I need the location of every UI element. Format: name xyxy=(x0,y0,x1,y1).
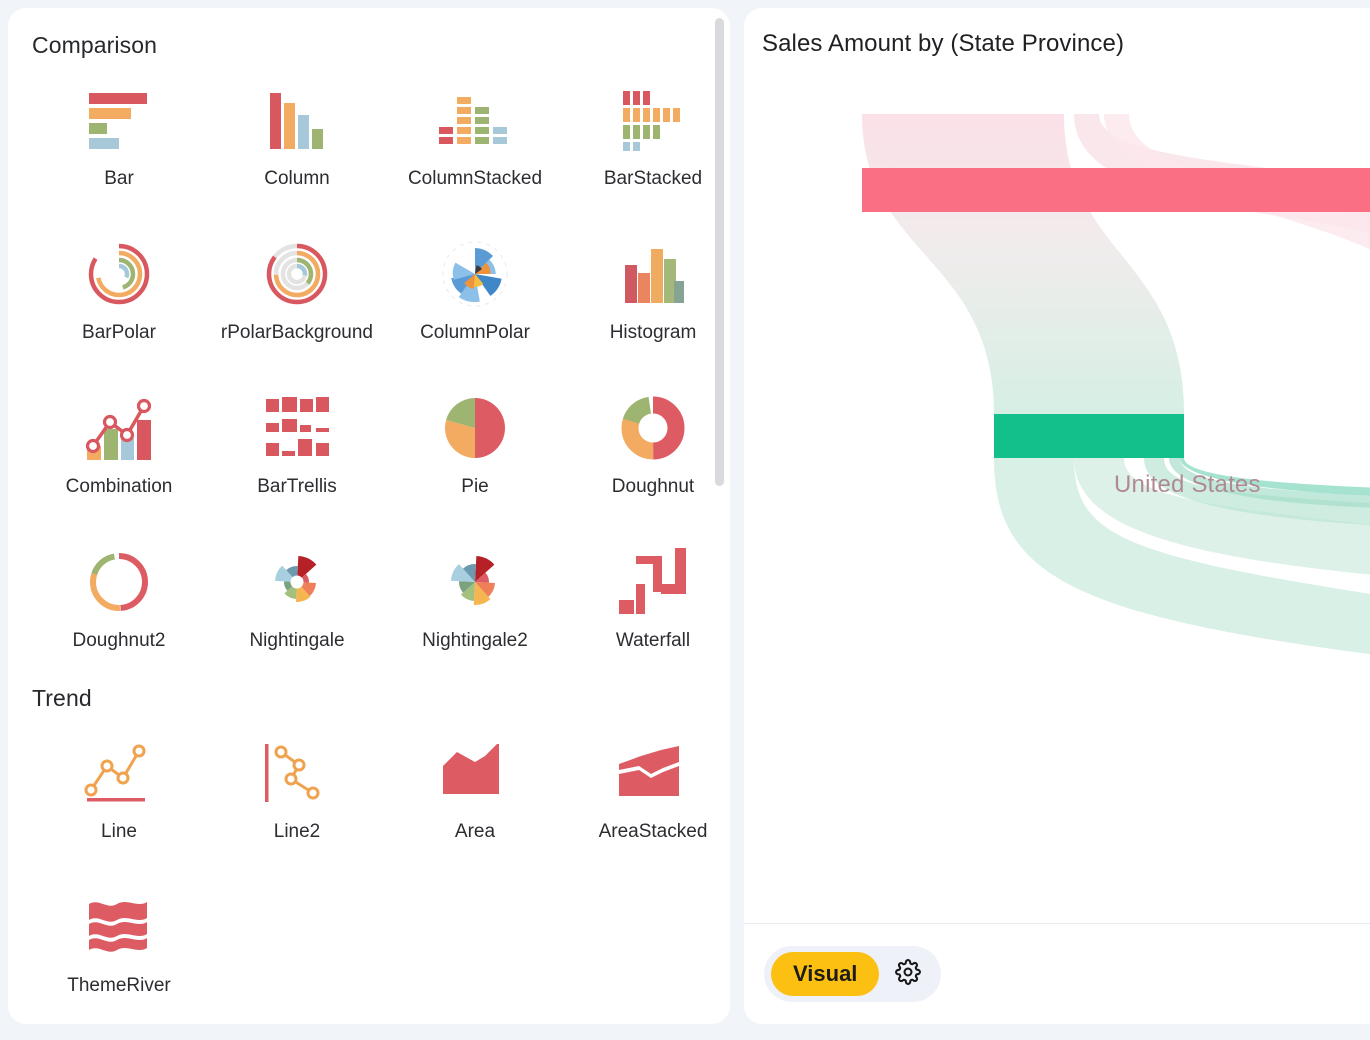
chart-item-label: Waterfall xyxy=(615,630,691,651)
group-title-trend: Trend xyxy=(32,685,92,711)
bar-trellis-chart-icon xyxy=(251,389,343,467)
chart-type-scroll-area: Comparison Bar Column ColumnStacked BarS… xyxy=(8,8,730,1024)
chart-item-histogram: Histogram xyxy=(564,219,730,373)
visual-toolbar: Visual xyxy=(744,924,1370,1024)
chart-item-label: Nightingale2 xyxy=(422,630,528,651)
doughnut2-chart-icon xyxy=(73,543,165,621)
chart-item-waterfall[interactable]: Waterfall xyxy=(564,527,730,681)
column-chart-icon xyxy=(251,81,343,159)
chart-item-nightingale[interactable]: Nightingale xyxy=(208,527,386,681)
chart-item-label: BarPolarBackground xyxy=(221,322,373,343)
pie-chart-icon xyxy=(429,389,521,467)
chart-item-label: Pie xyxy=(461,476,489,497)
chart-item-label: Line2 xyxy=(273,821,321,842)
chart-item-nightingale2[interactable]: Nightingale2 xyxy=(386,527,564,681)
chart-item-line[interactable]: Line xyxy=(30,718,208,872)
histogram-chart-icon xyxy=(607,235,699,313)
chart-item-themeriver[interactable]: ThemeRiver xyxy=(30,872,208,1024)
area-chart-icon xyxy=(429,734,521,812)
chart-item-label: BarStacked xyxy=(603,168,703,189)
chart-item-label: BarTrellis xyxy=(257,476,337,497)
chart-item-label: Column xyxy=(264,168,330,189)
visual-tab-button[interactable]: Visual xyxy=(771,952,880,996)
chart-type-gallery-panel: Comparison Bar Column ColumnStacked BarS… xyxy=(8,8,730,1024)
nightingale2-chart-icon xyxy=(429,543,521,621)
page-title: Sales Amount by (State Province) xyxy=(762,30,1125,57)
combination-chart-icon xyxy=(73,389,165,467)
waterfall-chart-icon xyxy=(607,543,699,621)
settings-button[interactable] xyxy=(885,952,931,996)
chart-item-label: Nightingale xyxy=(249,630,345,651)
chart-item-label: Histogram xyxy=(609,322,697,343)
gear-icon xyxy=(895,958,922,990)
chart-item-pie[interactable]: Pie xyxy=(386,373,564,527)
bar-stacked-chart-icon xyxy=(607,81,699,159)
chart-item-label: ThemeRiver xyxy=(67,975,171,996)
chart-item-label: Doughnut xyxy=(611,476,695,497)
chart-item-column[interactable]: Column xyxy=(208,65,386,219)
vertical-scrollbar-track[interactable] xyxy=(715,18,724,1014)
sankey-chart[interactable]: United States xyxy=(744,68,1370,960)
sankey-node-united-states xyxy=(994,414,1184,458)
nightingale-chart-icon xyxy=(251,543,343,621)
bar-polar-chart-icon xyxy=(73,235,165,313)
chart-item-barpolar[interactable]: BarPolar xyxy=(30,219,208,373)
chart-item-label: ColumnStacked xyxy=(407,168,543,189)
chart-item-label: Combination xyxy=(65,476,173,497)
chart-item-bar[interactable]: Bar xyxy=(30,65,208,219)
line-chart-icon xyxy=(73,734,165,812)
group-title-comparison: Comparison xyxy=(32,32,157,58)
visual-column: Sales Amount by (State Province) United … xyxy=(744,8,1370,1024)
chart-item-label: Bar xyxy=(104,168,134,189)
chart-item-barpolarbackground[interactable]: BarPolarBackground xyxy=(208,219,386,373)
chart-item-label: AreaStacked xyxy=(598,821,708,842)
chart-item-columnstacked[interactable]: ColumnStacked xyxy=(386,65,564,219)
bar-polar-background-chart-icon xyxy=(251,235,343,313)
chart-item-combination[interactable]: Combination xyxy=(30,373,208,527)
sankey-node-label-united-states: United States xyxy=(1114,471,1261,498)
chart-item-area[interactable]: Area xyxy=(386,718,564,872)
chart-item-areastacked: AreaStacked xyxy=(564,718,730,872)
column-polar-chart-icon xyxy=(429,235,521,313)
bar-chart-icon xyxy=(73,81,165,159)
chart-item-columnpolar[interactable]: ColumnPolar xyxy=(386,219,564,373)
comparison-chart-grid: Bar Column ColumnStacked BarStacked BarP… xyxy=(30,65,706,681)
chart-item-barstacked[interactable]: BarStacked xyxy=(564,65,730,219)
chart-picker-app: Comparison Bar Column ColumnStacked BarS… xyxy=(0,0,1370,1040)
chart-item-bartrellis[interactable]: BarTrellis xyxy=(208,373,386,527)
chart-item-doughnut2[interactable]: Doughnut2 xyxy=(30,527,208,681)
doughnut-chart-icon xyxy=(607,389,699,467)
column-stacked-chart-icon xyxy=(429,81,521,159)
chart-item-label: ColumnPolar xyxy=(420,322,530,343)
chart-item-label: Doughnut2 xyxy=(72,630,166,651)
sankey-node-sales-amount xyxy=(862,168,1370,212)
vertical-scrollbar-thumb[interactable] xyxy=(715,18,724,486)
chart-item-label: Line xyxy=(101,821,137,842)
line2-chart-icon xyxy=(251,734,343,812)
area-stacked-chart-icon xyxy=(607,734,699,812)
chart-item-label: BarPolar xyxy=(82,322,156,343)
theme-river-chart-icon xyxy=(73,888,165,966)
chart-item-label: Area xyxy=(454,821,496,842)
visual-preview-panel: Sales Amount by (State Province) United … xyxy=(744,8,1370,1024)
trend-chart-grid: Line Line2 Area AreaStacked ThemeRiver xyxy=(30,718,707,1024)
chart-item-doughnut[interactable]: Doughnut xyxy=(564,373,730,527)
chart-item-line2[interactable]: Line2 xyxy=(208,718,386,872)
visual-settings-segmented-control: Visual xyxy=(764,946,942,1002)
